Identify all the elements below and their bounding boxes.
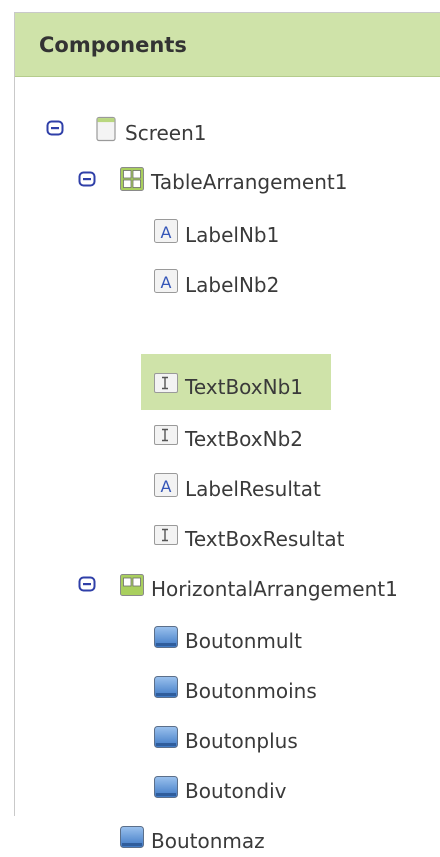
button-icon [154, 676, 178, 698]
table-arrangement-icon [120, 167, 144, 191]
tree-item-textboxnb1[interactable]: TextBoxNb1 [153, 363, 303, 403]
tree-item-boutondiv[interactable]: Boutondiv [153, 767, 286, 807]
tree-item-label: TableArrangement1 [151, 170, 348, 194]
tree-item-textboxnb2[interactable]: TextBoxNb2 [153, 415, 303, 455]
tree-item-label: HorizontalArrangement1 [151, 577, 398, 601]
tree-item-label: LabelNb2 [185, 273, 280, 297]
tree-item-labelnb2[interactable]: A LabelNb2 [153, 261, 279, 301]
collapse-toggle-icon[interactable] [46, 119, 64, 137]
button-icon [154, 726, 178, 748]
collapse-toggle-icon[interactable] [78, 170, 96, 188]
tree-item-tablearrangement1[interactable]: TableArrangement1 [119, 159, 347, 199]
components-panel: Components Screen1 TableArrangement1 A L… [14, 12, 440, 853]
tree-item-horizontalarrangement1[interactable]: HorizontalArrangement1 [119, 565, 398, 605]
tree-item-labelresultat[interactable]: A LabelResultat [153, 465, 321, 505]
button-icon [120, 826, 144, 848]
tree-item-textboxresultat[interactable]: TextBoxResultat [153, 515, 345, 555]
svg-text:A: A [161, 223, 172, 242]
label-icon: A [154, 219, 178, 243]
tree-item-screen1[interactable]: Screen1 [93, 109, 206, 149]
tree-item-label: Boutonmaz [151, 829, 265, 853]
tree-item-label: Boutonmult [185, 629, 302, 653]
tree-item-label: TextBoxNb1 [185, 375, 304, 399]
tree-item-label: TextBoxResultat [185, 527, 345, 551]
screen-icon [96, 116, 116, 142]
label-icon: A [154, 269, 178, 293]
textbox-icon [154, 425, 178, 445]
button-icon [154, 776, 178, 798]
tree-item-boutonmult[interactable]: Boutonmult [153, 617, 302, 657]
components-header: Components [15, 13, 440, 77]
tree-item-label: Screen1 [125, 121, 207, 145]
tree-item-boutonmaz[interactable]: Boutonmaz [119, 817, 265, 857]
panel-title: Components [39, 32, 187, 57]
tree-item-label: Boutondiv [185, 779, 287, 803]
tree-item-label: LabelResultat [185, 477, 321, 501]
svg-text:A: A [161, 273, 172, 292]
tree-item-labelnb1[interactable]: A LabelNb1 [153, 211, 279, 251]
horizontal-arrangement-icon [120, 574, 144, 596]
textbox-icon [154, 373, 178, 393]
textbox-icon [154, 525, 178, 545]
button-icon [154, 626, 178, 648]
tree-item-label: Boutonplus [185, 729, 298, 753]
tree-item-label: LabelNb1 [185, 223, 280, 247]
label-icon: A [154, 473, 178, 497]
svg-text:A: A [161, 477, 172, 496]
tree-item-label: TextBoxNb2 [185, 427, 304, 451]
collapse-toggle-icon[interactable] [78, 575, 96, 593]
tree-item-boutonmoins[interactable]: Boutonmoins [153, 667, 317, 707]
tree-item-label: Boutonmoins [185, 679, 317, 703]
tree-item-boutonplus[interactable]: Boutonplus [153, 717, 298, 757]
